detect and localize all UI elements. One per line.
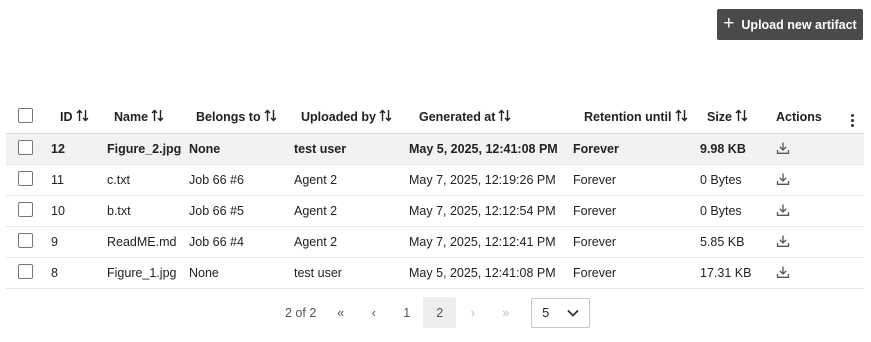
table-row[interactable]: 9 ReadME.md Job 66 #4 Agent 2 May 7, 2025, 1…: [6, 227, 864, 258]
cell-generated-at: May 5, 2025, 12:41:08 PM: [409, 142, 558, 156]
page-size-value: 5: [542, 305, 550, 320]
column-header-size[interactable]: Size: [700, 109, 770, 125]
page-button-2[interactable]: 2: [423, 297, 457, 328]
cell-uploaded-by: Agent 2: [294, 204, 338, 218]
previous-page-button[interactable]: ‹: [357, 297, 390, 328]
sort-icon: [675, 109, 688, 125]
upload-new-artifact-button[interactable]: + Upload new artifact: [717, 9, 863, 40]
cell-retention-until: Forever: [573, 204, 617, 218]
page-size-select[interactable]: 5: [531, 297, 591, 328]
cell-uploaded-by: test user: [294, 266, 342, 280]
artifacts-table: ID Name Belongs to Uploaded by Generated…: [6, 100, 864, 289]
sort-icon: [76, 109, 89, 125]
download-icon[interactable]: [776, 265, 790, 282]
cell-name: ReadME.md: [107, 235, 177, 249]
pagination-info: 2 of 2: [285, 305, 317, 320]
table-row[interactable]: 12 Figure_2.jpg None test user May 5, 2025, …: [6, 134, 864, 165]
column-header-belongs-to[interactable]: Belongs to: [189, 109, 294, 125]
cell-belongs-to: Job 66 #6: [189, 173, 244, 187]
column-header-label: Name: [114, 109, 149, 124]
row-checkbox[interactable]: [18, 264, 33, 279]
cell-belongs-to: None: [189, 266, 219, 280]
cell-belongs-to: Job 66 #5: [189, 204, 244, 218]
select-all-checkbox[interactable]: [18, 107, 33, 123]
cell-retention-until: Forever: [573, 142, 619, 156]
cell-name: c.txt: [107, 173, 130, 187]
cell-name: Figure_2.jpg: [107, 142, 182, 156]
next-page-button[interactable]: ›: [456, 297, 489, 328]
row-checkbox[interactable]: [18, 140, 33, 155]
cell-size: 17.31 KB: [700, 266, 752, 280]
column-header-label: Belongs to: [196, 109, 261, 124]
sort-icon: [735, 109, 748, 125]
last-page-button[interactable]: »: [489, 297, 522, 328]
cell-belongs-to: Job 66 #4: [189, 235, 244, 249]
sort-icon: [151, 109, 164, 125]
table-row[interactable]: 11 c.txt Job 66 #6 Agent 2 May 7, 2025, 12:1…: [6, 165, 864, 196]
cell-id: 10: [51, 204, 65, 218]
table-row[interactable]: 8 Figure_1.jpg None test user May 5, 2025, 1…: [6, 258, 864, 289]
column-header-retention-until[interactable]: Retention until: [573, 109, 700, 125]
row-checkbox[interactable]: [18, 233, 33, 248]
column-header-uploaded-by[interactable]: Uploaded by: [294, 109, 409, 125]
column-header-label: Size: [707, 109, 733, 124]
cell-size: 0 Bytes: [700, 173, 742, 187]
chevron-down-icon: [567, 309, 579, 317]
cell-size: 9.98 KB: [700, 142, 746, 156]
table-row[interactable]: 10 b.txt Job 66 #5 Agent 2 May 7, 2025, 12:1…: [6, 196, 864, 227]
page-button-1[interactable]: 1: [390, 297, 423, 328]
cell-generated-at: May 7, 2025, 12:12:54 PM: [409, 204, 556, 218]
table-header: ID Name Belongs to Uploaded by Generated…: [6, 100, 864, 134]
pagination: 2 of 2 « ‹ 1 2 › » 5: [285, 297, 591, 328]
column-header-generated-at[interactable]: Generated at: [409, 109, 573, 125]
cell-retention-until: Forever: [573, 266, 617, 280]
first-page-button[interactable]: «: [324, 297, 357, 328]
cell-uploaded-by: Agent 2: [294, 235, 338, 249]
cell-retention-until: Forever: [573, 173, 617, 187]
cell-retention-until: Forever: [573, 235, 617, 249]
upload-button-label: Upload new artifact: [741, 17, 857, 32]
cell-id: 11: [51, 173, 64, 187]
cell-generated-at: May 7, 2025, 12:19:26 PM: [409, 173, 556, 187]
download-icon[interactable]: [776, 172, 790, 189]
cell-size: 5.85 KB: [700, 235, 745, 249]
column-header-id[interactable]: ID: [51, 109, 107, 125]
cell-uploaded-by: test user: [294, 142, 347, 156]
column-header-label: Uploaded by: [301, 109, 377, 124]
row-checkbox[interactable]: [18, 171, 33, 186]
download-icon[interactable]: [776, 203, 790, 220]
cell-generated-at: May 5, 2025, 12:41:08 PM: [409, 266, 556, 280]
row-checkbox[interactable]: [18, 202, 33, 217]
plus-icon: +: [723, 13, 735, 34]
cell-generated-at: May 7, 2025, 12:12:41 PM: [409, 235, 556, 249]
download-icon[interactable]: [776, 234, 790, 251]
download-icon[interactable]: [776, 141, 790, 158]
cell-belongs-to: None: [189, 142, 221, 156]
column-header-label: ID: [60, 109, 73, 124]
more-vert-icon[interactable]: [850, 114, 854, 127]
cell-uploaded-by: Agent 2: [294, 173, 338, 187]
cell-id: 8: [51, 266, 58, 280]
column-header-actions: Actions: [776, 109, 822, 124]
cell-name: b.txt: [107, 204, 131, 218]
sort-icon: [379, 109, 392, 125]
sort-icon: [264, 109, 277, 125]
cell-id: 12: [51, 142, 65, 156]
column-header-name[interactable]: Name: [107, 109, 189, 125]
cell-name: Figure_1.jpg: [107, 266, 177, 280]
cell-id: 9: [51, 235, 58, 249]
cell-size: 0 Bytes: [700, 204, 742, 218]
column-header-label: Retention until: [584, 109, 672, 124]
sort-icon: [498, 109, 511, 125]
column-header-label: Generated at: [419, 109, 496, 124]
